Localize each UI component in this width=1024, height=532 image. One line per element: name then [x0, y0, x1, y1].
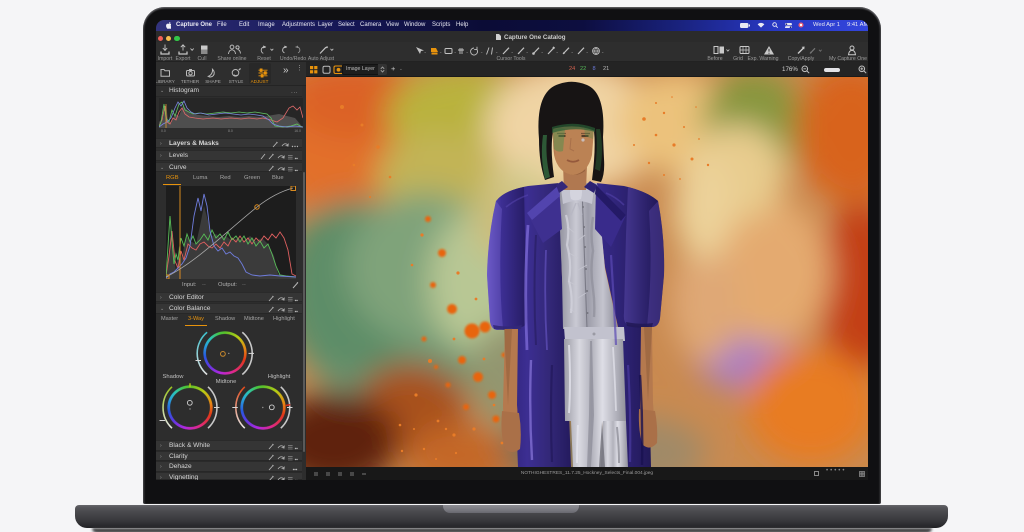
svg-text:⌄: ⌄: [480, 49, 483, 54]
svg-text:⌄: ⌄: [495, 49, 498, 54]
svg-text:⌄: ⌄: [601, 49, 604, 54]
svg-text:⌄: ⌄: [439, 49, 442, 54]
svg-text:⌄: ⌄: [424, 49, 427, 54]
svg-text:⌄: ⌄: [511, 49, 514, 54]
svg-text:⌄: ⌄: [466, 49, 469, 54]
svg-text:⌄: ⌄: [541, 49, 544, 54]
svg-text:⌄: ⌄: [571, 49, 574, 54]
svg-text:⌄: ⌄: [454, 49, 457, 54]
svg-text:⌄: ⌄: [586, 49, 589, 54]
svg-text:⌄: ⌄: [526, 49, 529, 54]
svg-text:⌄: ⌄: [556, 49, 559, 54]
